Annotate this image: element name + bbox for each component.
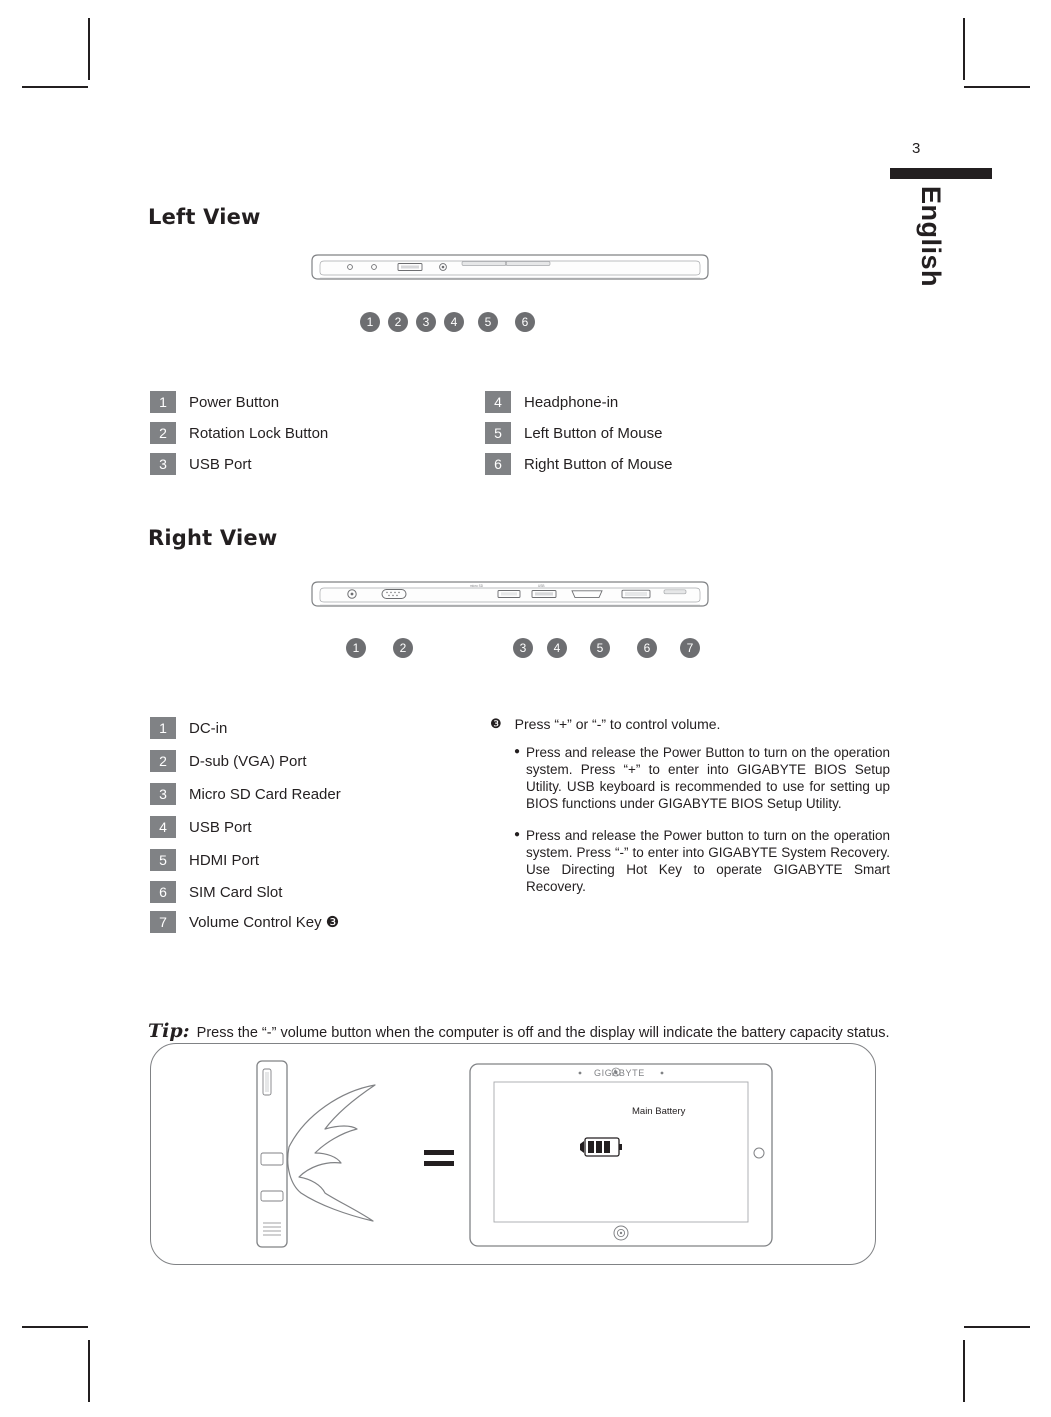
- right-view-callout-1: 1: [346, 638, 366, 658]
- tablet-side-view-illustration: [256, 1060, 376, 1248]
- legend-label: USB Port: [189, 455, 252, 473]
- legend-row: 2 D-sub (VGA) Port: [150, 749, 307, 773]
- crop-mark-top-right-vertical: [963, 18, 965, 80]
- legend-number: 3: [150, 453, 176, 475]
- legend-number: 4: [150, 816, 176, 838]
- legend-number: 1: [150, 717, 176, 739]
- crop-mark-top-right-horizontal: [964, 86, 1030, 88]
- left-view-illustration: [311, 254, 709, 280]
- tip-label: Tip:: [148, 1020, 190, 1042]
- legend-row: 5 Left Button of Mouse: [485, 421, 662, 445]
- legend-label: Micro SD Card Reader: [189, 785, 341, 803]
- legend-label: Volume Control Key ❸: [189, 914, 340, 931]
- svg-text:micro SD: micro SD: [470, 584, 484, 588]
- crop-mark-bottom-right-vertical: [963, 1340, 965, 1402]
- legend-number: 2: [150, 422, 176, 444]
- legend-row: 2 Rotation Lock Button: [150, 421, 328, 445]
- tip-text: Press the “-” volume button when the com…: [196, 1025, 890, 1041]
- note-heading-text: Press “+” or “-” to control volume.: [514, 716, 721, 732]
- crop-mark-bottom-left-horizontal: [22, 1326, 88, 1328]
- legend-row: 6 Right Button of Mouse: [485, 452, 672, 476]
- legend-row: 4 USB Port: [150, 815, 252, 839]
- crop-mark-top-left-horizontal: [22, 86, 88, 88]
- legend-number: 1: [150, 391, 176, 413]
- legend-number: 2: [150, 750, 176, 772]
- legend-label: Power Button: [189, 393, 280, 411]
- legend-number: 6: [485, 453, 511, 475]
- note-item: ● Press and release the Power button to …: [514, 827, 890, 895]
- right-view-callout-7: 7: [680, 638, 700, 658]
- page-number: 3: [912, 140, 921, 157]
- crop-mark-bottom-left-vertical: [88, 1340, 90, 1402]
- equals-sign-icon: [424, 1150, 454, 1166]
- legend-label: DC-in: [189, 719, 228, 737]
- legend-row: 3 USB Port: [150, 452, 252, 476]
- bullet-icon: ●: [514, 829, 521, 840]
- tablet-front-illustration: [469, 1063, 773, 1247]
- legend-number: 4: [485, 391, 511, 413]
- legend-label: Right Button of Mouse: [524, 455, 673, 473]
- right-view-illustration: micro SD USB: [311, 581, 709, 607]
- legend-row: 7 Volume Control Key ❸: [150, 910, 339, 934]
- legend-number: 5: [150, 849, 176, 871]
- left-view-callout-1: 1: [360, 312, 380, 332]
- legend-number: 7: [150, 911, 176, 933]
- legend-number: 3: [150, 783, 176, 805]
- section-title-left-view: Left View: [148, 205, 261, 229]
- volume-note-block: ❸ Press “+” or “-” to control volume. ● …: [490, 716, 890, 895]
- legend-label: Left Button of Mouse: [524, 424, 663, 442]
- legend-row: 3 Micro SD Card Reader: [150, 782, 341, 806]
- bullet-icon: ●: [514, 746, 521, 757]
- legend-row: 4 Headphone-in: [485, 390, 618, 414]
- right-view-callout-6: 6: [637, 638, 657, 658]
- language-tab-bar: [890, 168, 992, 179]
- legend-label: D-sub (VGA) Port: [189, 752, 307, 770]
- note-item: ● Press and release the Power Button to …: [514, 744, 890, 812]
- right-view-callout-4: 4: [547, 638, 567, 658]
- note-item-text: Press and release the Power button to tu…: [526, 828, 890, 894]
- svg-text:USB: USB: [538, 584, 545, 588]
- legend-label: Rotation Lock Button: [189, 424, 329, 442]
- legend-row: 6 SIM Card Slot: [150, 880, 282, 904]
- right-view-callout-3: 3: [513, 638, 533, 658]
- left-view-callout-3: 3: [416, 312, 436, 332]
- legend-row: 1 DC-in: [150, 716, 227, 740]
- crop-mark-bottom-right-horizontal: [964, 1326, 1030, 1328]
- note-heading-row: ❸ Press “+” or “-” to control volume.: [490, 716, 890, 732]
- legend-label: SIM Card Slot: [189, 883, 283, 901]
- note-marker: ❸: [490, 716, 502, 731]
- tip-line: Tip: Press the “-” volume button when th…: [148, 1020, 890, 1042]
- right-view-callout-2: 2: [393, 638, 413, 658]
- legend-number: 6: [150, 881, 176, 903]
- language-tab-label: English: [916, 186, 946, 288]
- section-title-right-view: Right View: [148, 526, 278, 550]
- left-view-callout-2: 2: [388, 312, 408, 332]
- left-view-callout-6: 6: [515, 312, 535, 332]
- legend-row: 1 Power Button: [150, 390, 279, 414]
- brand-logo-text: GIGABYTE: [594, 1068, 645, 1078]
- legend-label: Headphone-in: [524, 393, 619, 411]
- legend-number: 5: [485, 422, 511, 444]
- main-battery-label: Main Battery: [632, 1106, 686, 1117]
- legend-label: USB Port: [189, 818, 252, 836]
- left-view-callout-5: 5: [478, 312, 498, 332]
- crop-mark-top-left-vertical: [88, 18, 90, 80]
- legend-row: 5 HDMI Port: [150, 848, 259, 872]
- note-item-text: Press and release the Power Button to tu…: [526, 745, 890, 811]
- right-view-callout-5: 5: [590, 638, 610, 658]
- left-view-callout-4: 4: [444, 312, 464, 332]
- legend-label: HDMI Port: [189, 851, 260, 869]
